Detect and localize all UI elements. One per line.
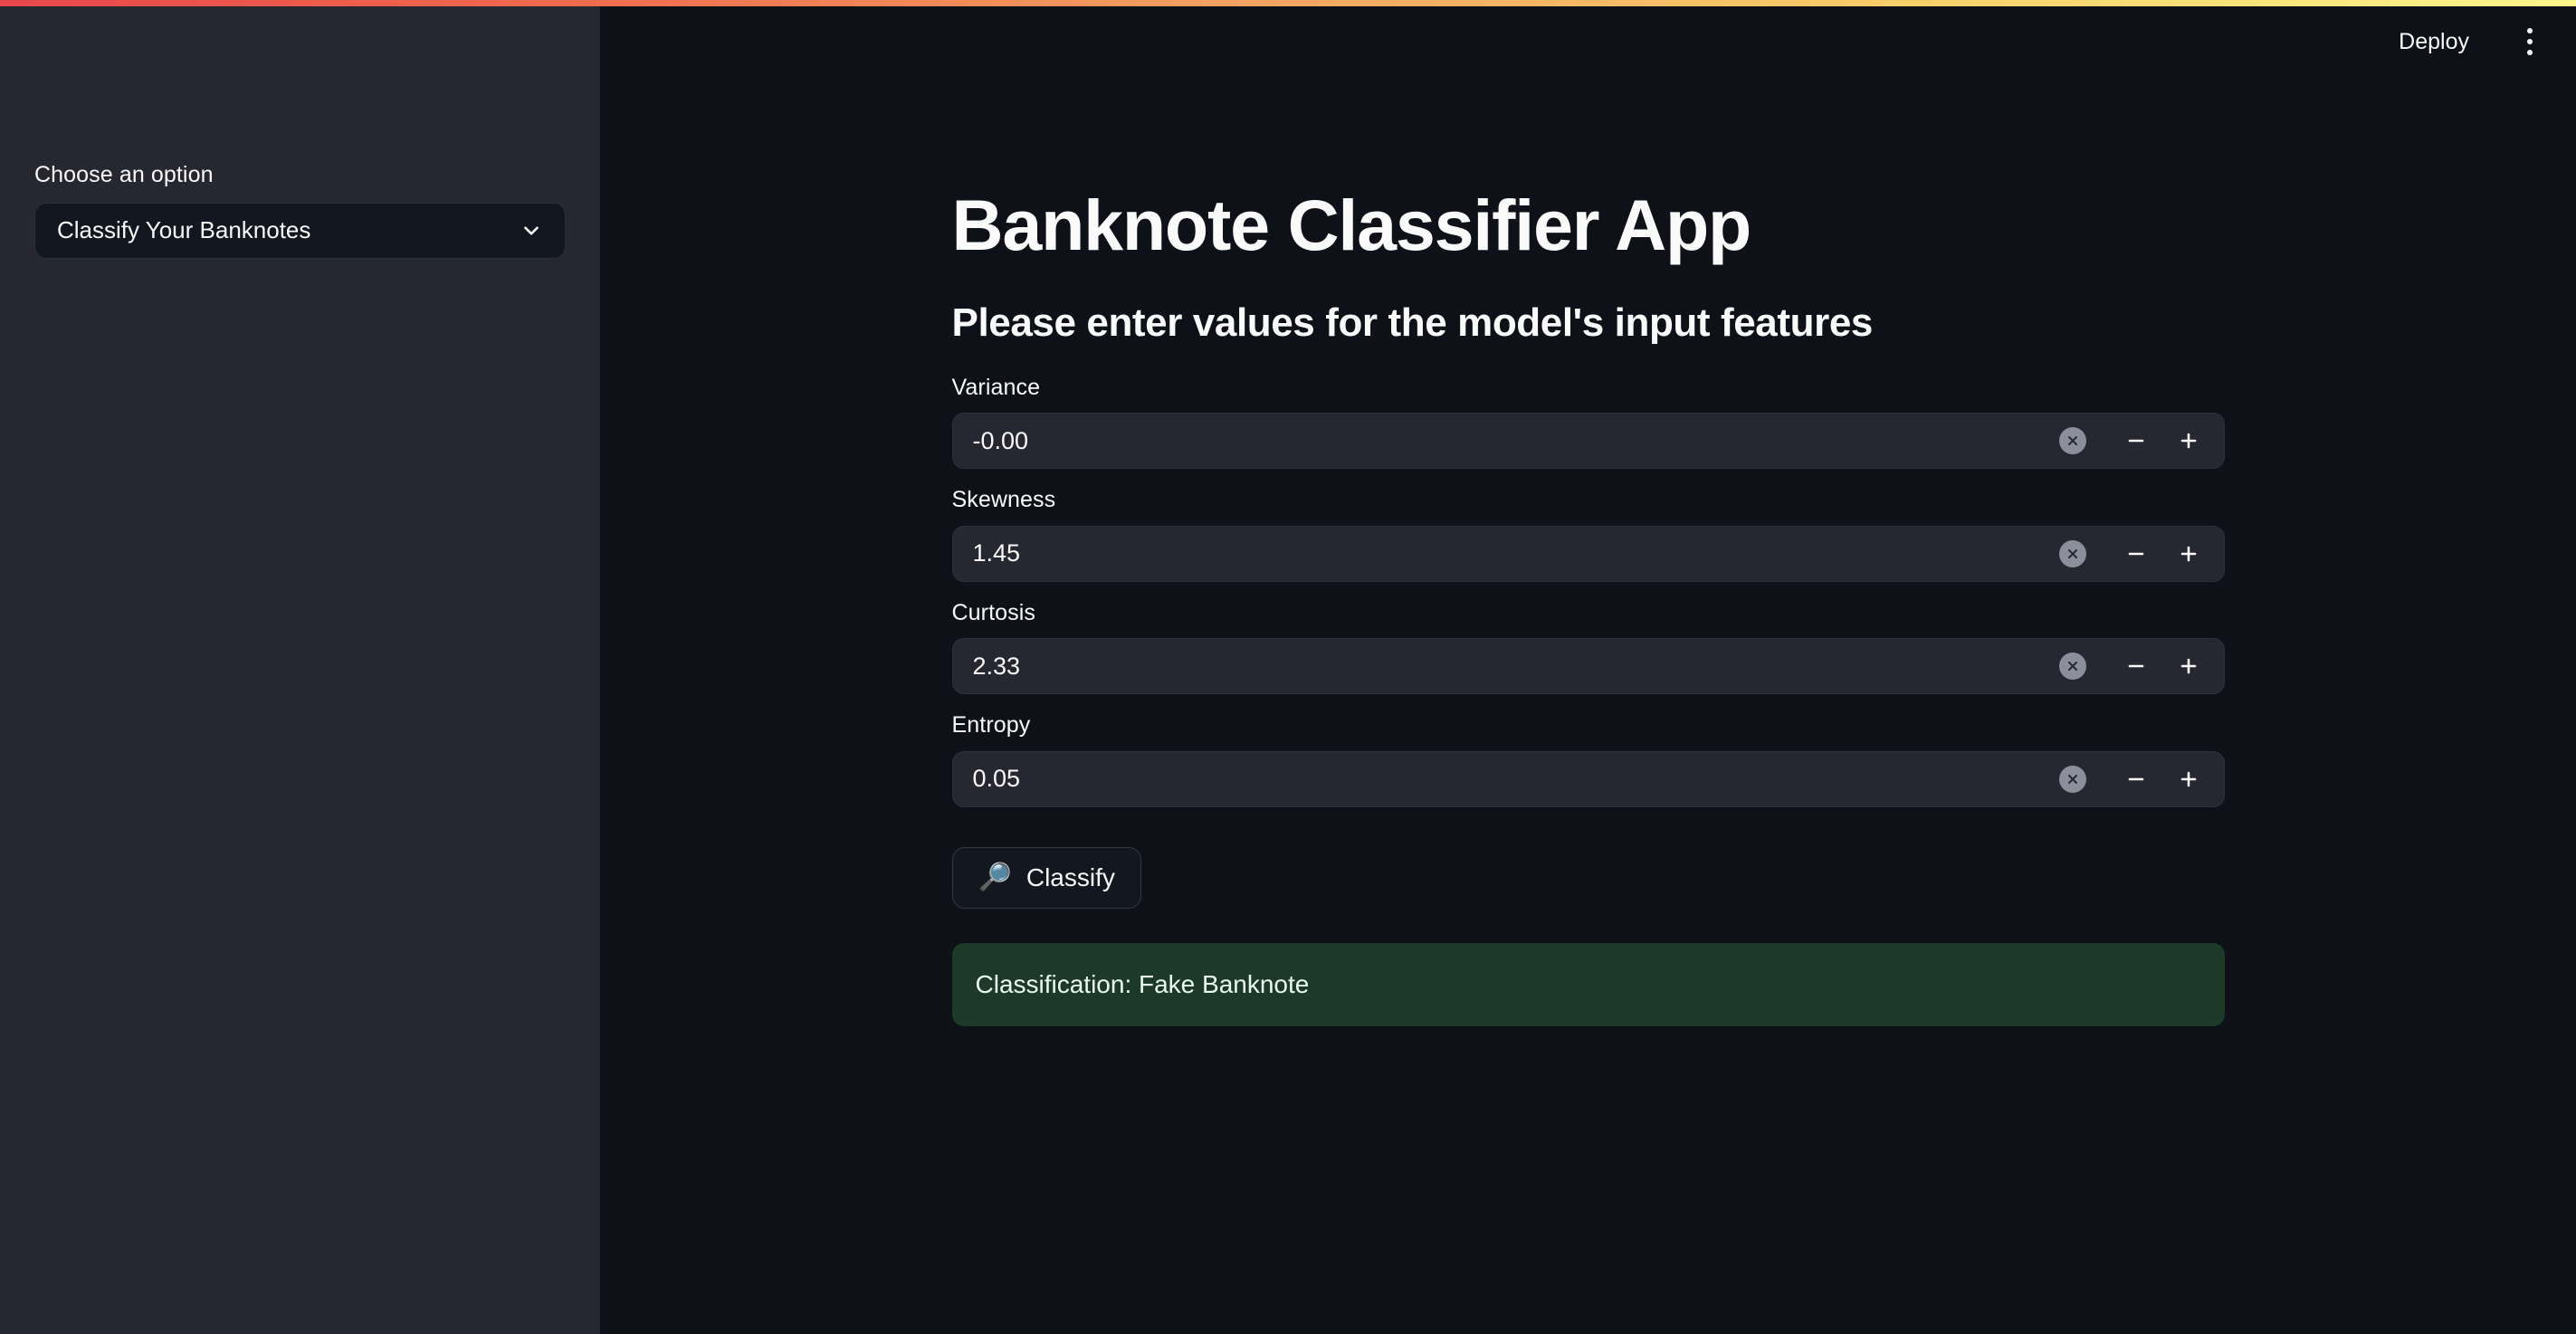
select-label: Choose an option — [34, 162, 214, 187]
chevron-down-icon — [520, 219, 543, 243]
classification-result-alert: Classification: Fake Banknote — [951, 942, 2225, 1026]
number-input-entropy[interactable]: 0.05 — [951, 750, 2225, 807]
field-label-variance: Variance — [951, 374, 1041, 400]
page-title: Banknote Classifier App — [951, 185, 1752, 265]
kebab-dot — [2527, 39, 2533, 44]
plus-icon[interactable] — [2162, 753, 2215, 805]
top-gradient-bar — [0, 0, 2576, 6]
clear-circle-icon[interactable] — [2058, 427, 2086, 455]
number-field-variance: Variance -0.00 — [951, 371, 2225, 470]
classify-button[interactable]: 🔎 Classify — [951, 846, 1141, 909]
select-selected-value: Classify Your Banknotes — [57, 216, 311, 243]
number-input-variance[interactable]: -0.00 — [951, 413, 2225, 470]
field-label-curtosis: Curtosis — [951, 599, 1035, 625]
number-input-skewness[interactable]: 1.45 — [951, 525, 2225, 582]
block-container: Banknote Classifier App Please enter val… — [951, 6, 2225, 1026]
classify-button-label: Classify — [1026, 862, 1115, 891]
main-content: Banknote Classifier App Please enter val… — [600, 6, 2576, 1334]
clear-circle-icon[interactable] — [2058, 765, 2086, 793]
number-input-value-skewness[interactable]: 1.45 — [973, 541, 2059, 566]
number-field-curtosis: Curtosis 2.33 — [951, 596, 2225, 695]
clear-circle-icon[interactable] — [2058, 539, 2086, 567]
number-field-entropy: Entropy 0.05 — [951, 709, 2225, 807]
minus-icon[interactable] — [2110, 528, 2162, 580]
magnifying-glass-icon: 🔎 — [978, 862, 1012, 892]
kebab-dot — [2527, 50, 2533, 55]
number-input-value-curtosis[interactable]: 2.33 — [973, 653, 2059, 679]
clear-circle-icon[interactable] — [2058, 653, 2086, 681]
sidebar: Choose an option Classify Your Banknotes — [0, 0, 600, 1334]
app-header: Deploy — [600, 6, 2576, 77]
number-input-curtosis[interactable]: 2.33 — [951, 638, 2225, 695]
page-subtitle: Please enter values for the model's inpu… — [951, 300, 1874, 345]
classify-row: 🔎 Classify — [951, 822, 2225, 909]
kebab-menu-icon[interactable] — [2509, 21, 2551, 62]
minus-icon[interactable] — [2110, 640, 2162, 692]
number-field-skewness: Skewness 1.45 — [951, 483, 2225, 582]
option-select[interactable]: Classify Your Banknotes — [34, 202, 566, 259]
field-label-skewness: Skewness — [951, 487, 1056, 513]
plus-icon[interactable] — [2162, 414, 2215, 467]
plus-icon[interactable] — [2162, 640, 2215, 692]
minus-icon[interactable] — [2110, 414, 2162, 467]
kebab-dot — [2527, 28, 2533, 33]
number-input-value-entropy[interactable]: 0.05 — [973, 767, 2059, 791]
plus-icon[interactable] — [2162, 528, 2215, 580]
number-input-value-variance[interactable]: -0.00 — [973, 428, 2059, 453]
classification-result-text: Classification: Fake Banknote — [975, 969, 1310, 998]
field-label-entropy: Entropy — [951, 712, 1031, 738]
minus-icon[interactable] — [2110, 753, 2162, 805]
deploy-button[interactable]: Deploy — [2386, 22, 2482, 62]
